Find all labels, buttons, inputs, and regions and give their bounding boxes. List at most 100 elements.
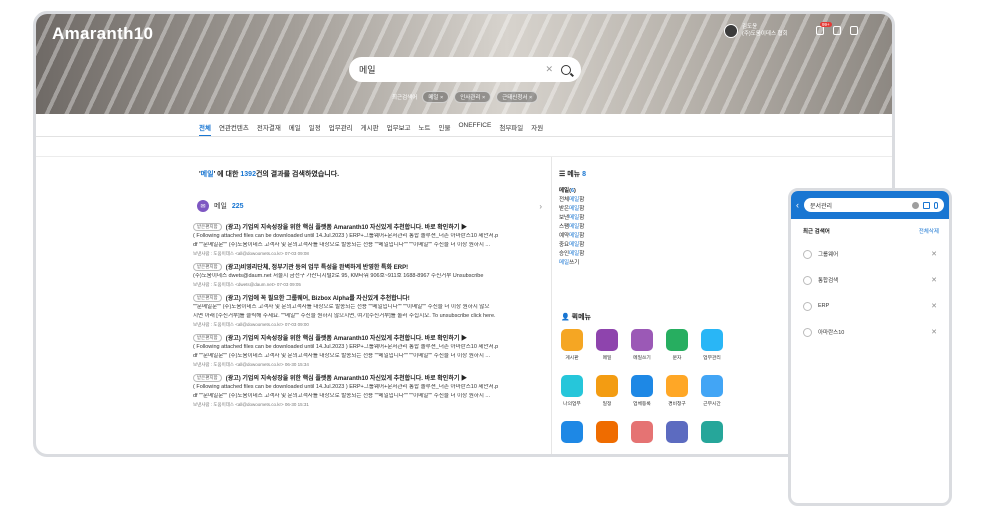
quick-menu-item[interactable] xyxy=(664,421,690,446)
menu-item[interactable]: 받은메일함 xyxy=(559,205,729,214)
menu-item[interactable]: 메일(6) xyxy=(559,187,729,196)
divider xyxy=(551,157,552,454)
recent-chip[interactable]: 근태신청서 × xyxy=(496,91,539,103)
quick-menu-item[interactable]: 메일 xyxy=(594,329,620,361)
close-icon[interactable]: ✕ xyxy=(931,302,937,310)
list-item[interactable]: 받은편지함 (광고) 기업에 꼭 필요한 그룹웨어, Bizbox Alpha를 … xyxy=(193,293,541,328)
tab-mail[interactable]: 메일 xyxy=(289,122,301,136)
search-box[interactable]: 메일 ✕ xyxy=(349,57,581,82)
list-item[interactable]: ERP ✕ xyxy=(791,293,949,319)
menu-item[interactable]: 스팸메일함 xyxy=(559,223,729,232)
clear-all-button[interactable]: 전체삭제 xyxy=(919,227,939,235)
recent-chip[interactable]: 메일 × xyxy=(422,91,450,103)
search-input[interactable]: 메일 xyxy=(359,63,545,76)
tab-board[interactable]: 게시판 xyxy=(361,122,379,136)
menu-item[interactable]: 메일쓰기 xyxy=(559,259,729,268)
mail-subject[interactable]: (광고) 기업에 꼭 필요한 그룹웨어, Bizbox Alpha를 자신있게 … xyxy=(226,293,410,302)
list-item[interactable]: 받은편지함 (광고) 기업의 지속성장을 위한 핵심 플랫폼 Amaranth10… xyxy=(193,333,541,368)
divider xyxy=(36,136,892,137)
quick-menu-item[interactable]: 일정 xyxy=(594,375,620,407)
list-item[interactable]: 받은편지함 (광고)비영리단체, 정부기관 등의 업무 특성을 완벽하게 반영한 … xyxy=(193,262,541,288)
mobile-search-input[interactable]: 문서관리 xyxy=(810,201,908,210)
list-item[interactable]: 받은편지함 (광고) 기업의 지속성장을 위한 핵심 플랫폼 Amaranth10… xyxy=(193,222,541,257)
app-icon xyxy=(666,329,688,351)
quick-menu-item[interactable]: 게시판 xyxy=(559,329,585,361)
mic-icon[interactable] xyxy=(934,201,938,209)
tab-resources[interactable]: 자원 xyxy=(531,122,543,136)
mail-snippet: df ""문메일문"" (주)도움이데스 고객사 및 문의고객사를 대상으로 발… xyxy=(193,242,491,248)
mail-section-header[interactable]: ✉ 메일 225 › xyxy=(197,200,542,212)
list-item[interactable]: 그룹웨어 ✕ xyxy=(791,241,949,267)
quick-menu-item[interactable] xyxy=(594,421,620,446)
chevron-right-icon[interactable]: › xyxy=(539,202,542,211)
quick-menu-item[interactable] xyxy=(699,421,725,446)
search-icon[interactable] xyxy=(561,64,571,75)
quick-menu-item[interactable]: 근무시간 xyxy=(699,375,725,407)
result-summary: '메일' 에 대한 1392건의 결과를 검색하였습니다. xyxy=(199,171,340,178)
recent-label: 최근검색어 xyxy=(392,95,418,101)
tab-attachments[interactable]: 첨부파일 xyxy=(499,122,523,136)
mail-snippet: ( Following attached files can be downlo… xyxy=(193,344,499,350)
mobile-search-bar: ‹ 문서관리 xyxy=(791,191,949,219)
summary-count: 1392 xyxy=(240,171,256,178)
desktop-window: Amaranth10 김도윤 (주)도움이데스 협회 99+ 메일 ✕ 최근검색… xyxy=(33,11,895,457)
quick-menu-item[interactable] xyxy=(629,421,655,446)
more-icon[interactable] xyxy=(867,26,870,35)
calendar-icon[interactable] xyxy=(923,201,930,209)
clock-icon xyxy=(803,327,812,337)
tab-report[interactable]: 업무보고 xyxy=(387,122,411,136)
quick-menu-item[interactable]: 업무관리 xyxy=(699,329,725,361)
user-name: 김도윤 xyxy=(742,24,758,30)
app-label: 메일쓰기 xyxy=(633,356,651,361)
tab-tasks[interactable]: 업무관리 xyxy=(329,122,353,136)
tab-onefffice[interactable]: ONEFFICE xyxy=(458,122,491,136)
menu-item[interactable]: 전체메일함 xyxy=(559,196,729,205)
mail-subject[interactable]: (광고) 기업의 지속성장을 위한 핵심 플랫폼 Amaranth10 자신있게… xyxy=(226,222,467,231)
quick-menu-item[interactable]: 문자 xyxy=(664,329,690,361)
quick-menu-item[interactable]: 메일쓰기 xyxy=(629,329,655,361)
bell-icon[interactable]: 99+ xyxy=(816,22,832,35)
mail-meta: 보낸사람 : 도움이데스 <all@dowoomets.co.kr> 07-03… xyxy=(193,322,309,327)
folder-tag: 받은편지함 xyxy=(193,373,222,382)
clear-icon[interactable]: ✕ xyxy=(545,64,553,75)
tab-schedule[interactable]: 일정 xyxy=(309,122,321,136)
quick-menu-item[interactable]: 업체등록 xyxy=(629,375,655,407)
clear-icon[interactable] xyxy=(912,201,919,209)
mail-snippet: 시면 아래 [수신거부]를 클릭해 주세요. ""메일"" 수신을 원하지 않으… xyxy=(193,313,496,319)
recent-chip[interactable]: 인사관리 × xyxy=(454,91,492,103)
quick-menu-item[interactable]: 경비청구 xyxy=(664,375,690,407)
close-icon[interactable]: ✕ xyxy=(931,328,937,336)
back-icon[interactable]: ‹ xyxy=(796,200,799,210)
menu-item[interactable]: 중요메일함 xyxy=(559,241,729,250)
mail-subject[interactable]: (광고)비영리단체, 정부기관 등의 업무 특성을 완벽하게 반영한 특화 ER… xyxy=(226,262,408,271)
user-org: (주)도움이데스 협회 xyxy=(742,31,788,37)
download-icon[interactable] xyxy=(850,26,858,35)
list-item[interactable]: 통합검색 ✕ xyxy=(791,267,949,293)
user-profile[interactable]: 김도윤 (주)도움이데스 협회 xyxy=(724,24,788,38)
quick-menu-item[interactable]: 나의업무 xyxy=(559,375,585,407)
mobile-search-box[interactable]: 문서관리 xyxy=(804,198,944,212)
mail-subject[interactable]: (광고) 기업의 지속성장을 위한 핵심 플랫폼 Amaranth10 자신있게… xyxy=(226,333,467,342)
mail-icon: ✉ xyxy=(197,200,209,212)
app-logo[interactable]: Amaranth10 xyxy=(52,24,153,44)
close-icon[interactable]: ✕ xyxy=(931,276,937,284)
doc-icon[interactable] xyxy=(833,26,841,35)
tab-people[interactable]: 인물 xyxy=(439,122,451,136)
close-icon[interactable]: ✕ xyxy=(931,250,937,258)
tab-related[interactable]: 연관컨텐츠 xyxy=(219,122,249,136)
menu-item[interactable]: 보낸메일함 xyxy=(559,214,729,223)
header-icons: 99+ xyxy=(816,22,870,35)
tab-note[interactable]: 노트 xyxy=(419,122,431,136)
mobile-recent-header: 최근 검색어 전체삭제 xyxy=(791,219,949,241)
tab-approval[interactable]: 전자결재 xyxy=(257,122,281,136)
list-item[interactable]: 받은편지함 (광고) 기업의 지속성장을 위한 핵심 플랫폼 Amaranth10… xyxy=(193,373,541,408)
list-item[interactable]: 아마란스10 ✕ xyxy=(791,319,949,345)
app-icon xyxy=(701,375,723,397)
quick-menu-item[interactable] xyxy=(559,421,585,446)
mail-subject[interactable]: (광고) 기업의 지속성장을 위한 핵심 플랫폼 Amaranth10 자신있게… xyxy=(226,373,467,382)
mail-snippet: ( Following attached files can be downlo… xyxy=(193,384,499,390)
category-tabs: 전체 연관컨텐츠 전자결재 메일 일정 업무관리 게시판 업무보고 노트 인물 … xyxy=(199,122,543,136)
menu-item[interactable]: 예약메일함 xyxy=(559,232,729,241)
menu-item[interactable]: 승인메일함 xyxy=(559,250,729,259)
tab-all[interactable]: 전체 xyxy=(199,122,211,136)
